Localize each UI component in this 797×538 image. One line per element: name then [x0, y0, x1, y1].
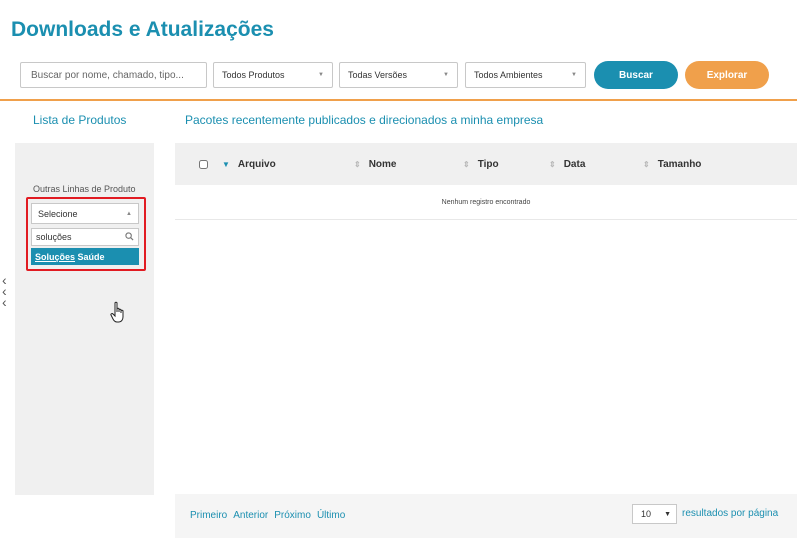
product-list-title: Lista de Produtos [33, 113, 127, 127]
last-page-link[interactable]: Último [317, 510, 345, 521]
page-size-select[interactable]: 10 ▼ [632, 504, 677, 524]
header-divider [0, 99, 797, 101]
next-page-link[interactable]: Próximo [274, 510, 311, 521]
page-title: Downloads e Atualizações [11, 18, 274, 41]
search-button[interactable]: Buscar [594, 61, 678, 89]
product-line-search-input[interactable] [36, 232, 116, 242]
packages-title: Pacotes recentemente publicados e direci… [185, 113, 544, 127]
per-page-label: resultados por página [682, 508, 779, 519]
column-header-tamanho[interactable]: ⇕ Tamanho [643, 143, 701, 185]
chevron-down-icon: ▼ [318, 72, 324, 78]
column-header-arquivo[interactable]: ▼ Arquivo [222, 143, 276, 185]
search-input[interactable] [20, 62, 207, 88]
chevron-up-icon: ▲ [126, 210, 132, 217]
sort-icon: ⇕ [643, 159, 650, 169]
chevron-left-icon: ‹ [2, 294, 7, 310]
column-header-data[interactable]: ⇕ Data [549, 143, 585, 185]
sort-icon: ⇕ [354, 159, 361, 169]
sort-desc-icon: ▼ [222, 159, 230, 169]
column-label: Nome [368, 158, 397, 170]
select-all-checkbox-cell [199, 143, 208, 185]
explore-button[interactable]: Explorar [685, 61, 769, 89]
column-header-tipo[interactable]: ⇕ Tipo [463, 143, 499, 185]
dropdown-option-solucoes-saude[interactable]: Soluções Saúde [31, 248, 139, 265]
product-line-search[interactable] [31, 228, 139, 246]
sidebar-panel [15, 143, 154, 495]
products-select[interactable]: Todos Produtos ▼ [213, 62, 333, 88]
table-header: ▼ Arquivo ⇕ Nome ⇕ Tipo ⇕ Data ⇕ Tamanho [175, 143, 797, 185]
column-label: Tipo [477, 158, 499, 170]
empty-table-message: Nenhum registro encontrado [175, 186, 797, 220]
search-icon [125, 231, 134, 243]
environments-select-value: Todos Ambientes [474, 70, 543, 80]
environments-select[interactable]: Todos Ambientes ▼ [465, 62, 586, 88]
first-page-link[interactable]: Primeiro [190, 510, 227, 521]
column-label: Tamanho [657, 158, 702, 170]
other-product-lines-label: Outras Linhas de Produto [33, 184, 136, 194]
product-line-select-value: Selecione [38, 208, 78, 219]
column-header-nome[interactable]: ⇕ Nome [354, 143, 397, 185]
option-match-text: Soluções [35, 251, 76, 262]
option-rest-text: Saúde [75, 251, 105, 262]
product-line-select[interactable]: Selecione ▲ [31, 203, 139, 224]
column-label: Arquivo [237, 158, 276, 170]
page-size-value: 10 [641, 509, 652, 519]
select-all-checkbox[interactable] [199, 159, 208, 169]
products-select-value: Todos Produtos [222, 70, 285, 80]
chevron-down-icon: ▼ [571, 72, 577, 78]
collapse-sidebar-toggle[interactable]: ‹ ‹ ‹ [2, 273, 14, 310]
versions-select-value: Todas Versões [348, 70, 408, 80]
column-label: Data [563, 158, 586, 170]
pagination-bar: Primeiro Anterior Próximo Último 10 ▼ re… [175, 494, 797, 538]
sort-icon: ⇕ [549, 159, 556, 169]
sort-icon: ⇕ [463, 159, 470, 169]
versions-select[interactable]: Todas Versões ▼ [339, 62, 458, 88]
pagination-links: Primeiro Anterior Próximo Último [190, 510, 345, 521]
previous-page-link[interactable]: Anterior [233, 510, 268, 521]
chevron-down-icon: ▼ [664, 510, 671, 518]
hand-cursor-icon [109, 301, 127, 325]
chevron-down-icon: ▼ [443, 72, 449, 78]
